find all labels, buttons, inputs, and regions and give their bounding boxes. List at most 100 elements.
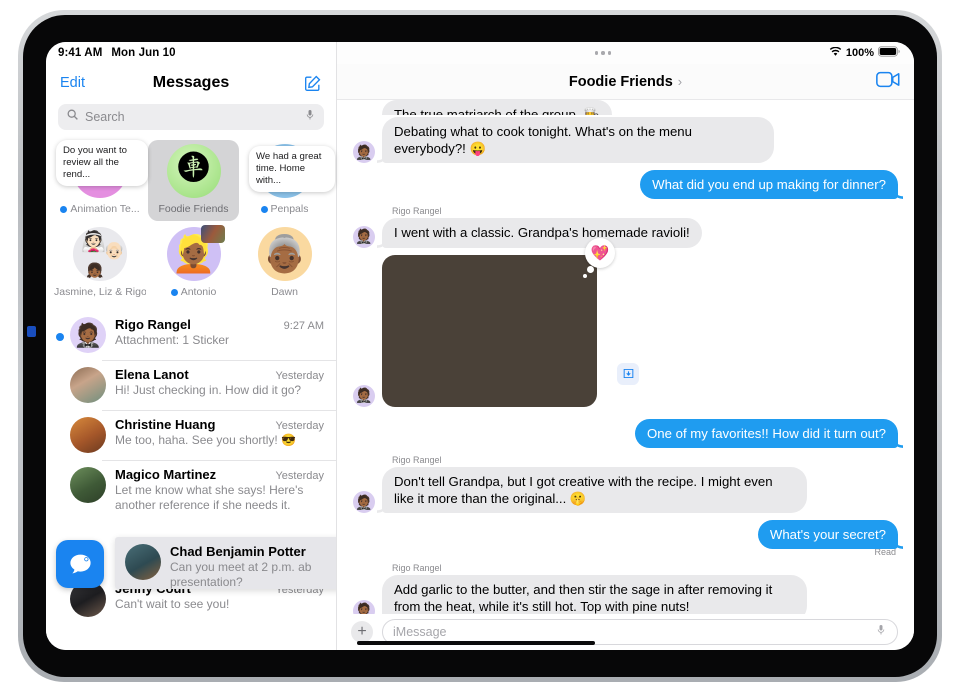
conversation-row-magico-martinez[interactable]: Magico Martinez Yesterday Let me know wh… — [46, 460, 336, 520]
pinned-name-text: Animation Te... — [70, 203, 140, 215]
search-input[interactable]: Search — [58, 104, 324, 130]
message-thread[interactable]: The true matriarch of the group. 👩‍🍳 🤵🏾 … — [337, 100, 914, 614]
conversation-name: Christine Huang — [115, 417, 216, 432]
search-icon — [66, 108, 79, 126]
message-row: 🤵🏾 Debating what to cook tonight. What's… — [353, 117, 898, 164]
photo-attachment-container: 💖 — [382, 237, 639, 407]
unread-dot — [260, 205, 268, 213]
message-row-photo: 🤵🏾 💖 — [353, 237, 898, 407]
conversation-row-rigo-rangel[interactable]: 🤵🏾 Rigo Rangel 9:27 AM Attachment: 1 Sti… — [46, 310, 336, 360]
compose-icon[interactable] — [303, 74, 322, 93]
message-row: 🤵🏾 Rigo Rangel Add garlic to the butter,… — [353, 563, 898, 614]
contact-photo-christine — [70, 417, 106, 453]
conversation-text: Rigo Rangel 9:27 AM Attachment: 1 Sticke… — [115, 317, 324, 348]
pinned-conversation-antonio[interactable]: 👱🏾 Antonio — [148, 223, 239, 304]
pinned-avatar-antonio: 👱🏾 — [166, 225, 225, 281]
shared-photo-thumbnail — [200, 225, 225, 243]
message-bubble-outgoing[interactable]: What's your secret? — [757, 520, 898, 550]
pinned-conversations-grid: Do you want to review all the rend... 👀 … — [46, 136, 336, 310]
conversation-text: Magico Martinez Yesterday Let me know wh… — [115, 467, 324, 513]
conversation-name: Rigo Rangel — [115, 317, 191, 332]
unread-dot — [60, 205, 68, 213]
message-bubble-incoming[interactable]: Don't tell Grandpa, but I got creative w… — [382, 466, 808, 514]
unread-indicator — [56, 333, 64, 341]
wifi-icon — [829, 46, 842, 60]
conversation-preview: Can't wait to see you! — [115, 596, 230, 611]
conversation-list: 🤵🏾 Rigo Rangel 9:27 AM Attachment: 1 Sti… — [46, 310, 336, 650]
memoji-rigo-icon: 🤵🏾 — [355, 602, 373, 614]
sender-name: Rigo Rangel — [392, 454, 442, 465]
avatar: 🤵🏾 — [70, 317, 106, 353]
microphone-icon[interactable] — [304, 108, 316, 126]
conversation-title[interactable]: Foodie Friends › — [569, 74, 682, 90]
message-bubble-incoming[interactable]: The true matriarch of the group. 👩‍🍳 — [382, 100, 612, 115]
plus-icon[interactable]: + — [351, 621, 373, 643]
save-to-photos-icon[interactable] — [617, 362, 639, 385]
multitasking-dots-icon[interactable] — [337, 51, 829, 55]
sender-avatar: 🤵🏾 — [353, 599, 375, 614]
avatar — [70, 467, 106, 503]
pinned-label-animation-team: Animation Te... — [60, 203, 140, 215]
conversation-time: 9:27 AM — [283, 320, 324, 332]
facetime-video-icon[interactable] — [876, 71, 900, 92]
pinned-name-text: Antonio — [180, 286, 217, 298]
message-row: What's your secret? — [353, 520, 898, 550]
pinned-preview-bubble-penpals: We had a great time. Home with... — [249, 146, 335, 192]
pinned-conversation-animation-team[interactable]: Do you want to review all the rend... 👀 … — [52, 140, 148, 221]
conversation-preview: Hi! Just checking in. How did it go? — [115, 383, 302, 397]
sender-name: Rigo Rangel — [392, 563, 442, 574]
contact-photo-elena — [70, 367, 106, 403]
sidebar-nav-bar: Edit Messages — [46, 64, 336, 102]
memoji-dawn-icon: 👵🏾 — [262, 233, 307, 274]
contact-photo-chad — [125, 544, 161, 580]
pinned-label-jasmine-liz-rigo: Jasmine, Liz & Rigo — [54, 286, 146, 298]
plate-of-ravioli-photo[interactable] — [382, 254, 597, 407]
chevron-right-icon: › — [677, 74, 683, 89]
imessage-placeholder: iMessage — [393, 625, 447, 639]
bezel-artifact — [27, 326, 36, 337]
conversation-text: Elena Lanot Yesterday Hi! Just checking … — [115, 367, 324, 398]
conversation-name: Chad Benjamin Potter — [170, 544, 306, 559]
drag-preview-chad-benjamin-potter[interactable]: Chad Benjamin Potter Can you meet at 2 p… — [115, 537, 336, 589]
heart-emoji-icon: 💖 — [590, 244, 610, 262]
unread-dot — [170, 288, 178, 296]
conversation-row-christine-huang[interactable]: Christine Huang Yesterday Me too, haha. … — [46, 410, 336, 460]
pinned-avatar-dawn: 👵🏾 — [257, 227, 312, 281]
status-right-group: 100% — [829, 46, 900, 60]
pinned-label-foodie-friends: Foodie Friends — [158, 203, 228, 215]
chat-status-bar: 100% — [337, 42, 914, 64]
message-row: 🤵🏾 Rigo Rangel Don't tell Grandpa, but I… — [353, 454, 898, 514]
memoji-jasmine-icon: 👰🏻 — [81, 231, 106, 253]
pinned-conversation-penpals[interactable]: We had a great time. Home with... ✍️ Pen… — [239, 140, 335, 221]
conversation-row-elena-lanot[interactable]: Elena Lanot Yesterday Hi! Just checking … — [46, 360, 336, 410]
message-bubble-incoming[interactable]: Debating what to cook tonight. What's on… — [382, 117, 775, 164]
sender-avatar: 🤵🏾 — [353, 491, 375, 514]
messages-app-icon[interactable] — [56, 540, 104, 588]
message-bubble-outgoing[interactable]: One of my favorites!! How did it turn ou… — [635, 418, 898, 448]
canned-food-emoji-icon: 🩫 — [176, 147, 211, 186]
pinned-name-text: Foodie Friends — [158, 203, 229, 215]
messages-sidebar: 9:41 AM Mon Jun 10 Edit Messages Search … — [46, 42, 337, 650]
tapback-heart-icon[interactable]: 💖 — [583, 237, 615, 278]
pinned-conversation-jasmine-liz-rigo[interactable]: 👰🏻 👴🏻 👧🏾 Jasmine, Liz & Rigo — [52, 223, 148, 304]
memoji-rigo-icon: 👧🏾 — [86, 262, 104, 278]
message-bubble-incoming[interactable]: I went with a classic. Grandpa's homemad… — [382, 218, 702, 248]
pinned-conversation-dawn[interactable]: 👵🏾 Dawn — [239, 223, 330, 304]
conversation-preview: Let me know what she says! Here's anothe… — [115, 483, 304, 512]
message-row-clipped: The true matriarch of the group. 👩‍🍳 — [353, 100, 898, 115]
microphone-icon[interactable] — [875, 623, 887, 641]
sender-name: Rigo Rangel — [392, 206, 442, 217]
sidebar-status-bar: 9:41 AM Mon Jun 10 — [46, 42, 336, 64]
message-row: 🤵🏾 Rigo Rangel I went with a classic. Gr… — [353, 206, 898, 248]
message-bubble-outgoing[interactable]: What did you end up making for dinner? — [640, 170, 898, 200]
pinned-conversation-foodie-friends[interactable]: 🩫 Foodie Friends — [148, 140, 239, 221]
message-row: What did you end up making for dinner? — [353, 170, 898, 200]
avatar — [70, 367, 106, 403]
memoji-liz-icon: 👴🏻 — [103, 241, 125, 260]
edit-button[interactable]: Edit — [60, 75, 85, 91]
message-bubble-incoming[interactable]: Add garlic to the butter, and then stir … — [382, 575, 808, 614]
ipad-screen: 9:41 AM Mon Jun 10 Edit Messages Search … — [46, 42, 914, 650]
conversation-name: Elena Lanot — [115, 367, 189, 382]
status-date: Mon Jun 10 — [111, 47, 176, 59]
drag-overlay: Chad Benjamin Potter Can you meet at 2 p… — [46, 537, 336, 591]
